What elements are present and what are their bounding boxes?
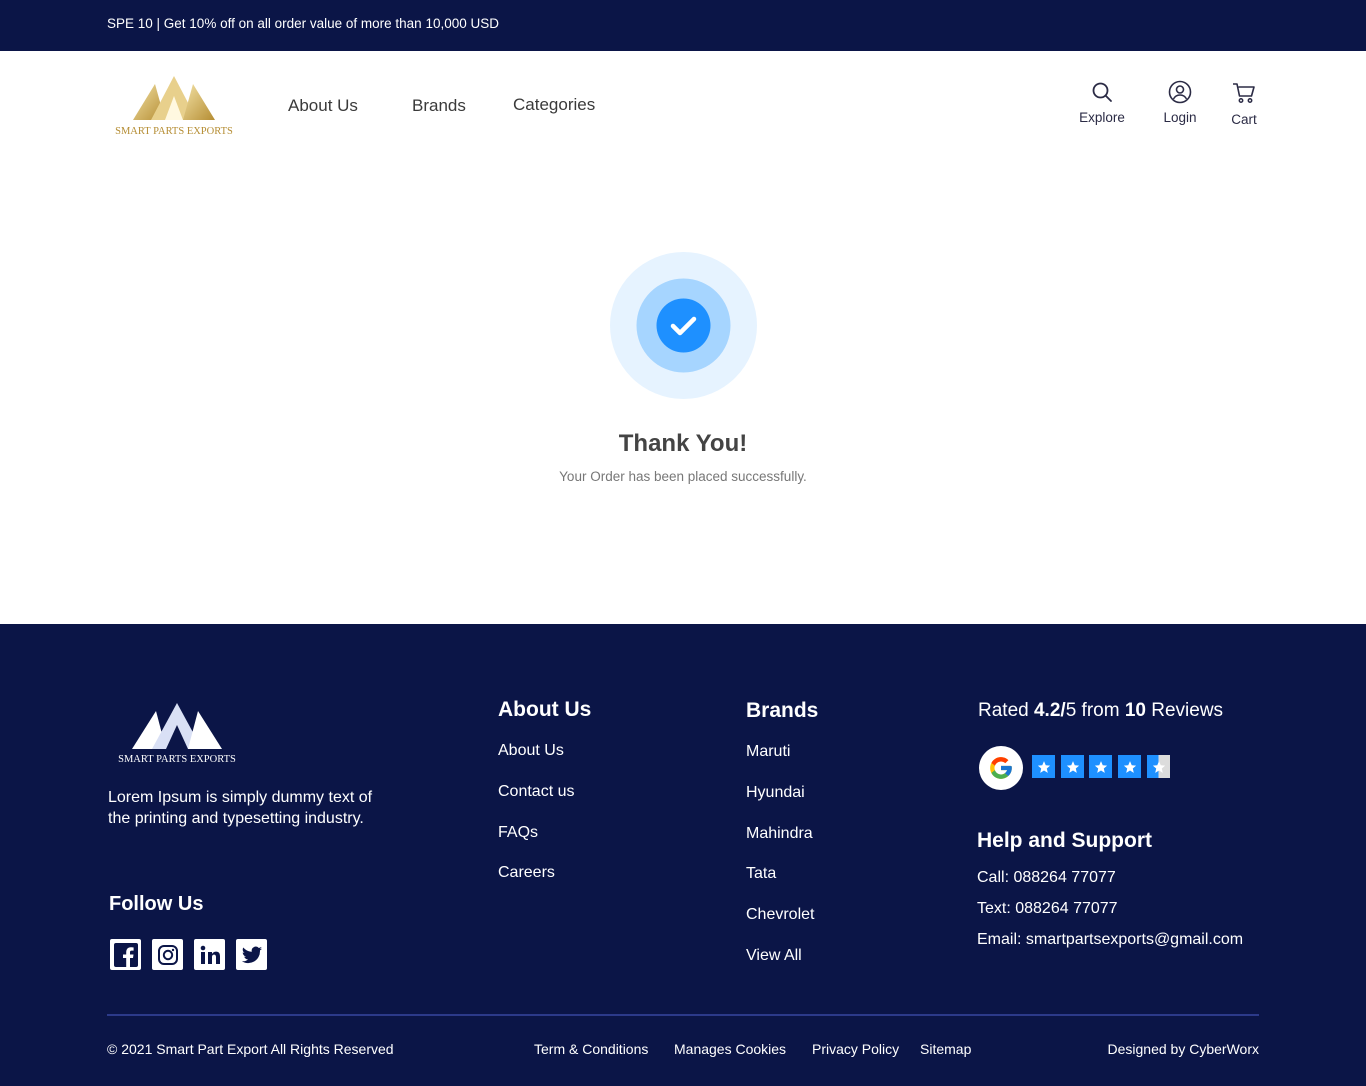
footer-link-about-us[interactable]: About Us [498, 742, 564, 760]
help-support-title: Help and Support [977, 829, 1152, 852]
nav-categories[interactable]: Categories [513, 95, 595, 115]
rating-summary: Rated 4.2/5 from 10 Reviews [978, 700, 1223, 722]
star-icon [1061, 755, 1084, 778]
rating-from: from [1081, 700, 1120, 721]
site-logo[interactable]: SMART PARTS EXPORTS [107, 74, 241, 138]
logo-text: SMART PARTS EXPORTS [115, 126, 233, 137]
copyright: © 2021 Smart Part Export All Rights Rese… [107, 1041, 394, 1057]
login-button[interactable]: Login [1158, 80, 1202, 125]
linkedin-icon[interactable] [194, 939, 225, 970]
footer-logo-text: SMART PARTS EXPORTS [118, 754, 236, 765]
contact-text[interactable]: Text: 088264 77077 [977, 900, 1118, 918]
footer-about-title: About Us [498, 698, 592, 721]
twitter-icon[interactable] [236, 939, 267, 970]
success-check-icon [610, 252, 757, 399]
promo-text: SPE 10 | Get 10% off on all order value … [107, 16, 499, 31]
login-label: Login [1163, 110, 1197, 125]
order-success-message: Your Order has been placed successfully. [559, 469, 807, 484]
footer-link-mahindra[interactable]: Mahindra [746, 825, 813, 843]
footer-description: Lorem Ipsum is simply dummy text of the … [108, 789, 373, 827]
contact-call[interactable]: Call: 088264 77077 [977, 869, 1116, 887]
designer-credit[interactable]: Designed by CyberWorx [1108, 1041, 1259, 1057]
footer-divider [107, 1014, 1259, 1016]
half-star-icon [1147, 755, 1170, 778]
contact-email[interactable]: Email: smartpartsexports@gmail.com [977, 931, 1243, 949]
rating-suffix: Reviews [1151, 700, 1224, 721]
cart-button[interactable]: Cart [1226, 80, 1262, 127]
footer-logo[interactable]: SMART PARTS EXPORTS [110, 701, 244, 767]
thank-you-title: Thank You! [618, 430, 748, 457]
promo-bar: SPE 10 | Get 10% off on all order value … [0, 0, 1366, 51]
footer-link-chevrolet[interactable]: Chevrolet [746, 906, 814, 924]
follow-us-title: Follow Us [109, 893, 204, 915]
link-cookies[interactable]: Manages Cookies [674, 1041, 786, 1057]
user-icon [1168, 80, 1192, 104]
star-icon [1032, 755, 1055, 778]
nav-about-us[interactable]: About Us [288, 96, 358, 116]
nav-brands[interactable]: Brands [412, 96, 466, 116]
footer-brands-title: Brands [746, 699, 819, 722]
instagram-icon[interactable] [152, 939, 183, 970]
site-footer: SMART PARTS EXPORTS Lorem Ipsum is simpl… [0, 624, 1366, 1086]
facebook-icon[interactable] [110, 939, 141, 970]
rating-count: 10 [1124, 700, 1146, 721]
google-icon [979, 746, 1023, 790]
star-icon [1089, 755, 1112, 778]
footer-link-hyundai[interactable]: Hyundai [746, 784, 805, 802]
search-icon [1092, 82, 1112, 102]
footer-link-careers[interactable]: Careers [498, 864, 555, 882]
explore-label: Explore [1079, 110, 1125, 125]
footer-link-tata[interactable]: Tata [746, 865, 776, 883]
footer-link-view-all[interactable]: View All [746, 947, 802, 965]
rating-prefix: Rated [978, 700, 1029, 721]
rating-scale: 5 [1065, 700, 1077, 721]
footer-link-maruti[interactable]: Maruti [746, 743, 790, 761]
link-terms[interactable]: Term & Conditions [534, 1041, 648, 1057]
cart-label: Cart [1231, 112, 1257, 127]
star-icon [1118, 755, 1141, 778]
rating-score: 4.2/ [1033, 700, 1066, 721]
link-privacy[interactable]: Privacy Policy [812, 1041, 899, 1057]
footer-link-contact-us[interactable]: Contact us [498, 783, 574, 801]
footer-link-faqs[interactable]: FAQs [498, 824, 538, 842]
link-sitemap[interactable]: Sitemap [920, 1041, 971, 1057]
cart-icon [1233, 83, 1255, 103]
explore-button[interactable]: Explore [1074, 80, 1130, 125]
